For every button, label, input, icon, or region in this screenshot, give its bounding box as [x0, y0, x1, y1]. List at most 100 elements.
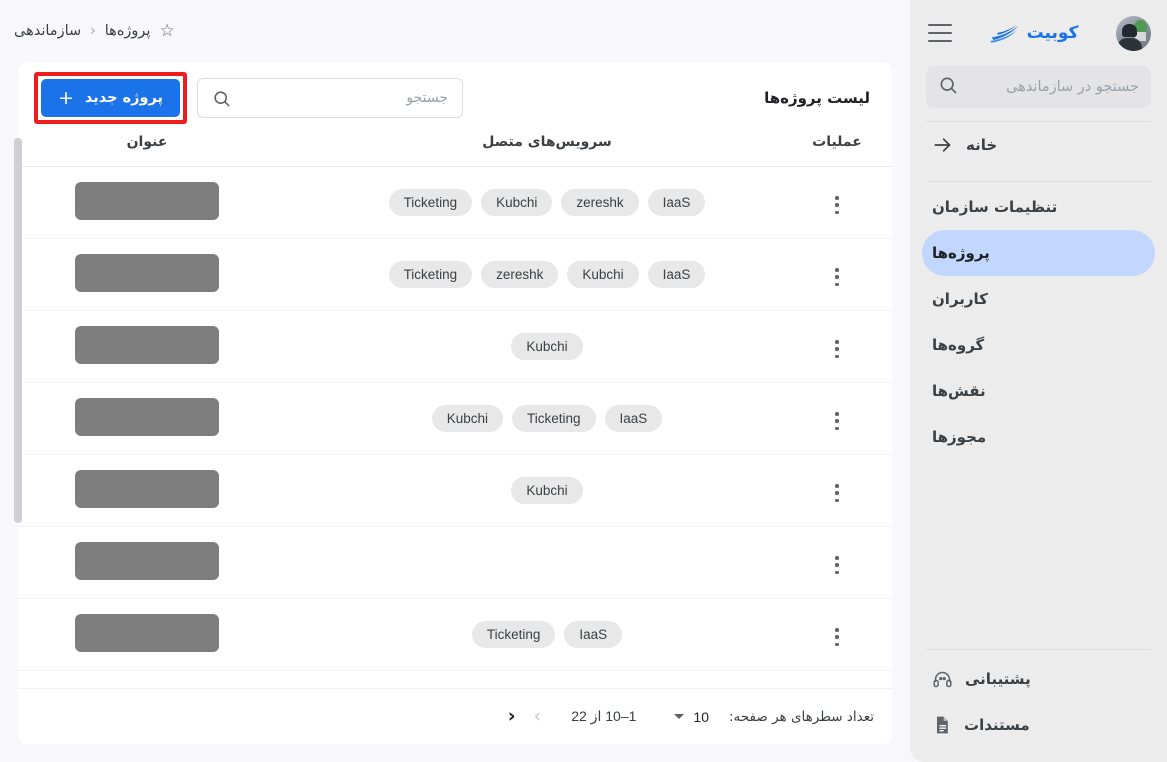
sidebar-divider-bottom [926, 649, 1151, 650]
row-operations-cell [782, 166, 892, 239]
row-services-cell [312, 526, 782, 599]
kebab-menu-icon[interactable] [829, 550, 845, 580]
row-services-cell: IaaS Kubchi zereshk Ticketing [312, 238, 782, 311]
service-chip-list: IaaS zereshk Kubchi Ticketing [313, 188, 781, 218]
sidebar-item-users[interactable]: کاربران [922, 276, 1155, 322]
sidebar-search-input[interactable]: جستجو در سازماندهی [926, 66, 1151, 108]
breadcrumb-separator-icon: ‹ [90, 23, 96, 39]
sidebar-search-placeholder: جستجو در سازماندهی [1006, 79, 1139, 95]
redacted-title [75, 469, 219, 508]
service-chip-list: Kubchi [313, 476, 781, 506]
kebab-menu-icon[interactable] [829, 190, 845, 220]
sidebar-item-support[interactable]: پشتیبانی [922, 656, 1155, 702]
row-services-cell: IaaS Ticketing [312, 598, 782, 671]
search-input[interactable]: جستجو [197, 78, 464, 118]
redacted-title [75, 253, 219, 292]
service-chip[interactable]: Kubchi [431, 404, 503, 433]
rows-per-page-select[interactable]: 10 [674, 709, 709, 725]
row-title-cell[interactable] [18, 166, 312, 239]
new-project-highlight: پروژه جدید + [34, 72, 188, 124]
row-operations-cell [782, 382, 892, 455]
kebab-menu-icon[interactable] [829, 478, 845, 508]
breadcrumb-item-organization[interactable]: سازماندهی [14, 23, 81, 39]
new-project-button[interactable]: پروژه جدید + [41, 79, 181, 117]
service-chip-list: Kubchi [313, 332, 781, 362]
next-page-button[interactable]: › [534, 707, 542, 726]
sidebar-item-permissions[interactable]: مجوزها [922, 414, 1155, 460]
pagination-nav: › ‹ [508, 707, 541, 726]
kebab-menu-icon[interactable] [829, 406, 845, 436]
service-chip[interactable]: Ticketing [511, 404, 596, 433]
sidebar-item-home[interactable]: خانه [922, 122, 1155, 168]
service-chip[interactable]: Kubchi [511, 476, 583, 505]
row-services-cell: IaaS zereshk Kubchi Ticketing [312, 166, 782, 239]
sidebar-header: کوبیت [910, 0, 1167, 62]
sidebar-item-label: مجوزها [932, 428, 987, 446]
row-title-cell[interactable] [18, 598, 312, 671]
sidebar-item-label: کاربران [932, 290, 988, 308]
prev-page-button[interactable]: ‹ [508, 707, 516, 726]
sidebar-item-projects[interactable]: پروژه‌ها [922, 230, 1155, 276]
row-title-cell[interactable] [18, 310, 312, 383]
service-chip[interactable]: IaaS [604, 404, 663, 433]
column-header-title: عنوان [18, 134, 312, 167]
service-chip[interactable]: IaaS [647, 188, 706, 217]
service-chip[interactable]: Kubchi [481, 188, 553, 217]
sidebar-item-org-settings[interactable]: تنظیمات سازمان [922, 184, 1155, 230]
row-operations-cell [782, 310, 892, 383]
redacted-title [75, 325, 219, 364]
row-operations-cell [782, 526, 892, 599]
service-chip[interactable]: Ticketing [388, 260, 473, 289]
row-services-cell: Kubchi [312, 310, 782, 383]
sidebar-item-label: نقش‌ها [932, 382, 986, 400]
service-chip[interactable]: IaaS [647, 260, 706, 289]
row-title-cell[interactable] [18, 454, 312, 527]
vertical-scrollbar[interactable] [14, 138, 22, 523]
table-row[interactable]: Kubchi [18, 310, 892, 383]
service-chip[interactable]: Kubchi [567, 260, 639, 289]
service-chip[interactable]: zereshk [481, 260, 559, 289]
service-chip[interactable]: Ticketing [388, 188, 473, 217]
search-icon [938, 75, 958, 99]
table-row[interactable]: IaaS zereshk Kubchi Ticketing [18, 166, 892, 239]
row-title-cell[interactable] [18, 526, 312, 599]
arrow-right-icon [932, 135, 952, 155]
top-bar: ☆ پروژه‌ها ‹ سازماندهی [0, 0, 910, 62]
column-header-services: سرویس‌های متصل [312, 134, 782, 167]
sidebar-item-roles[interactable]: نقش‌ها [922, 368, 1155, 414]
sidebar-item-label: پشتیبانی [965, 670, 1031, 688]
sidebar-item-label: پروژه‌ها [932, 244, 990, 262]
service-chip[interactable]: zereshk [561, 188, 639, 217]
row-title-cell[interactable] [18, 382, 312, 455]
sidebar-item-groups[interactable]: گروه‌ها [922, 322, 1155, 368]
service-chip-list: IaaS Ticketing [313, 620, 781, 650]
kebab-menu-icon[interactable] [829, 334, 845, 364]
service-chip[interactable]: Ticketing [471, 620, 556, 649]
column-header-operations: عملیات [782, 134, 892, 167]
service-chip[interactable]: Kubchi [511, 332, 583, 361]
redacted-title [75, 397, 219, 436]
hamburger-icon[interactable] [928, 24, 952, 42]
table-row[interactable] [18, 526, 892, 599]
avatar[interactable] [1116, 15, 1151, 51]
kebab-menu-icon[interactable] [829, 262, 845, 292]
sidebar-item-documentation[interactable]: مستندات [922, 702, 1155, 748]
plus-icon: + [58, 86, 74, 109]
toolbar-actions: جستجو پروژه جدید + [34, 72, 464, 124]
table-row[interactable]: IaaS Ticketing [18, 598, 892, 671]
service-chip-list: IaaS Ticketing Kubchi [313, 404, 781, 434]
table-row[interactable]: IaaS Ticketing Kubchi [18, 382, 892, 455]
pagination-bar: تعداد سطرهای هر صفحه: 10 1–10 از 22 › ‹ [18, 688, 892, 744]
avatar-head [1122, 23, 1137, 37]
projects-toolbar: لیست پروژه‌ها جستجو پروژه جدید + [18, 62, 892, 134]
breadcrumb-item-projects[interactable]: پروژه‌ها [105, 23, 151, 39]
table-row[interactable]: Kubchi [18, 454, 892, 527]
service-chip[interactable]: IaaS [564, 620, 623, 649]
kebab-menu-icon[interactable] [829, 622, 845, 652]
table-row[interactable]: IaaS Kubchi zereshk Ticketing [18, 238, 892, 311]
new-project-label: پروژه جدید [84, 90, 164, 106]
favorite-star-icon[interactable]: ☆ [159, 22, 174, 40]
headset-icon [932, 669, 953, 690]
row-title-cell[interactable] [18, 238, 312, 311]
brand[interactable]: کوبیت [989, 23, 1078, 43]
